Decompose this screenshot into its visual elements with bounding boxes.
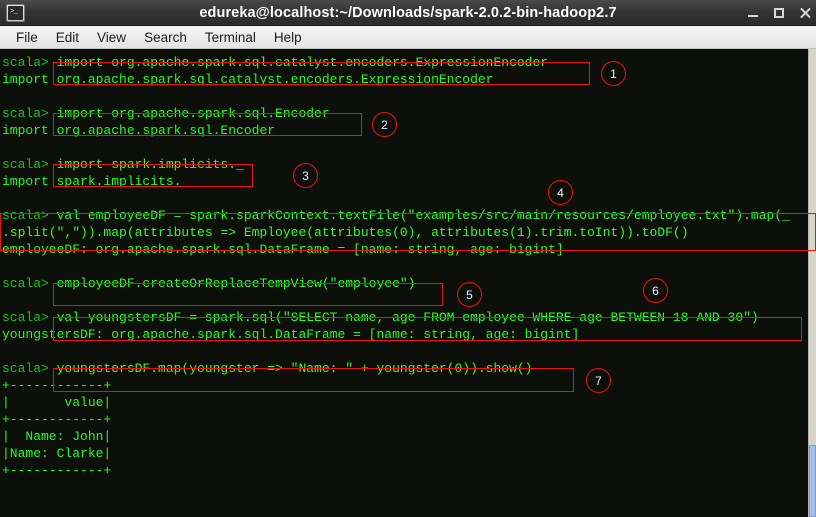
menu-item-help[interactable]: Help [265, 28, 311, 47]
menu-item-search[interactable]: Search [135, 28, 196, 47]
terminal-output-line: +------------+ [2, 411, 790, 428]
output-text: employeeDF: org.apache.spark.sql.DataFra… [2, 242, 564, 257]
output-text: | Name: John| [2, 429, 112, 444]
terminal-lines: scala> import org.apache.spark.sql.catal… [2, 54, 790, 479]
terminal-output-line: import spark.implicits._ [2, 173, 790, 190]
callout-4: 4 [548, 180, 573, 205]
callout-7: 7 [586, 368, 611, 393]
terminal-command-line: scala> val youngstersDF = spark.sql("SEL… [2, 309, 790, 326]
terminal-output-line: +------------+ [2, 462, 790, 479]
command-text: import org.apache.spark.sql.catalyst.enc… [56, 55, 549, 70]
terminal-output-line: +------------+ [2, 377, 790, 394]
command-text: val employeeDF = spark.sparkContext.text… [56, 208, 790, 223]
command-text: import org.apache.spark.sql.Encoder [56, 106, 330, 121]
command-text: youngstersDF.map(youngster => "Name: " +… [56, 361, 533, 376]
terminal-command-line: scala> import org.apache.spark.sql.catal… [2, 54, 790, 71]
output-text: +------------+ [2, 412, 112, 427]
terminal-output-line: | Name: John| [2, 428, 790, 445]
minimize-button[interactable] [746, 6, 760, 20]
command-text: import spark.implicits._ [56, 157, 244, 172]
close-button[interactable] [798, 6, 812, 20]
terminal-output-area[interactable]: scala> import org.apache.spark.sql.catal… [0, 49, 808, 517]
terminal-output-line: | value| [2, 394, 790, 411]
callout-6: 6 [643, 278, 668, 303]
terminal-output-line: employeeDF: org.apache.spark.sql.DataFra… [2, 241, 790, 258]
output-text: |Name: Clarke| [2, 446, 112, 461]
shell-prompt: scala> [2, 106, 57, 121]
terminal-output-line: youngstersDF: org.apache.spark.sql.DataF… [2, 326, 790, 343]
shell-prompt: scala> [2, 276, 57, 291]
callout-5: 5 [457, 282, 482, 307]
vertical-scrollbar[interactable] [808, 49, 816, 517]
command-text: employeeDF.createOrReplaceTempView("empl… [56, 276, 416, 291]
command-text: .split(",")).map(attributes => Employee(… [2, 225, 689, 240]
scrollbar-thumb[interactable] [809, 445, 816, 517]
maximize-button[interactable] [772, 6, 786, 20]
menu-item-view[interactable]: View [88, 28, 135, 47]
terminal-output-line: import org.apache.spark.sql.catalyst.enc… [2, 71, 790, 88]
terminal-window: >_ edureka@localhost:~/Downloads/spark-2… [0, 0, 816, 517]
window-title: edureka@localhost:~/Downloads/spark-2.0.… [199, 5, 617, 21]
callout-1: 1 [601, 61, 626, 86]
output-text: import org.apache.spark.sql.catalyst.enc… [2, 72, 494, 87]
output-text: +------------+ [2, 378, 112, 393]
terminal-command-line: scala> youngstersDF.map(youngster => "Na… [2, 360, 790, 377]
terminal-command-continuation: .split(",")).map(attributes => Employee(… [2, 224, 790, 241]
callout-3: 3 [293, 163, 318, 188]
terminal-output-line: |Name: Clarke| [2, 445, 790, 462]
terminal-command-line: scala> employeeDF.createOrReplaceTempVie… [2, 275, 790, 292]
window-controls [746, 0, 812, 26]
output-text: import spark.implicits._ [2, 174, 190, 189]
command-text: val youngstersDF = spark.sql("SELECT nam… [56, 310, 759, 325]
output-text: +------------+ [2, 463, 112, 478]
output-text: import org.apache.spark.sql.Encoder [2, 123, 276, 138]
menu-bar: File Edit View Search Terminal Help [0, 26, 816, 49]
terminal-command-line: scala> import spark.implicits._ [2, 156, 790, 173]
menu-item-terminal[interactable]: Terminal [196, 28, 265, 47]
terminal-command-line: scala> val employeeDF = spark.sparkConte… [2, 207, 790, 224]
shell-prompt: scala> [2, 361, 57, 376]
shell-prompt: scala> [2, 310, 57, 325]
shell-prompt: scala> [2, 208, 57, 223]
menu-item-file[interactable]: File [7, 28, 47, 47]
output-text: | value| [2, 395, 112, 410]
output-text: youngstersDF: org.apache.spark.sql.DataF… [2, 327, 580, 342]
menu-item-edit[interactable]: Edit [47, 28, 88, 47]
callout-2: 2 [372, 112, 397, 137]
shell-prompt: scala> [2, 157, 57, 172]
shell-prompt: scala> [2, 55, 57, 70]
title-bar: >_ edureka@localhost:~/Downloads/spark-2… [0, 0, 816, 26]
